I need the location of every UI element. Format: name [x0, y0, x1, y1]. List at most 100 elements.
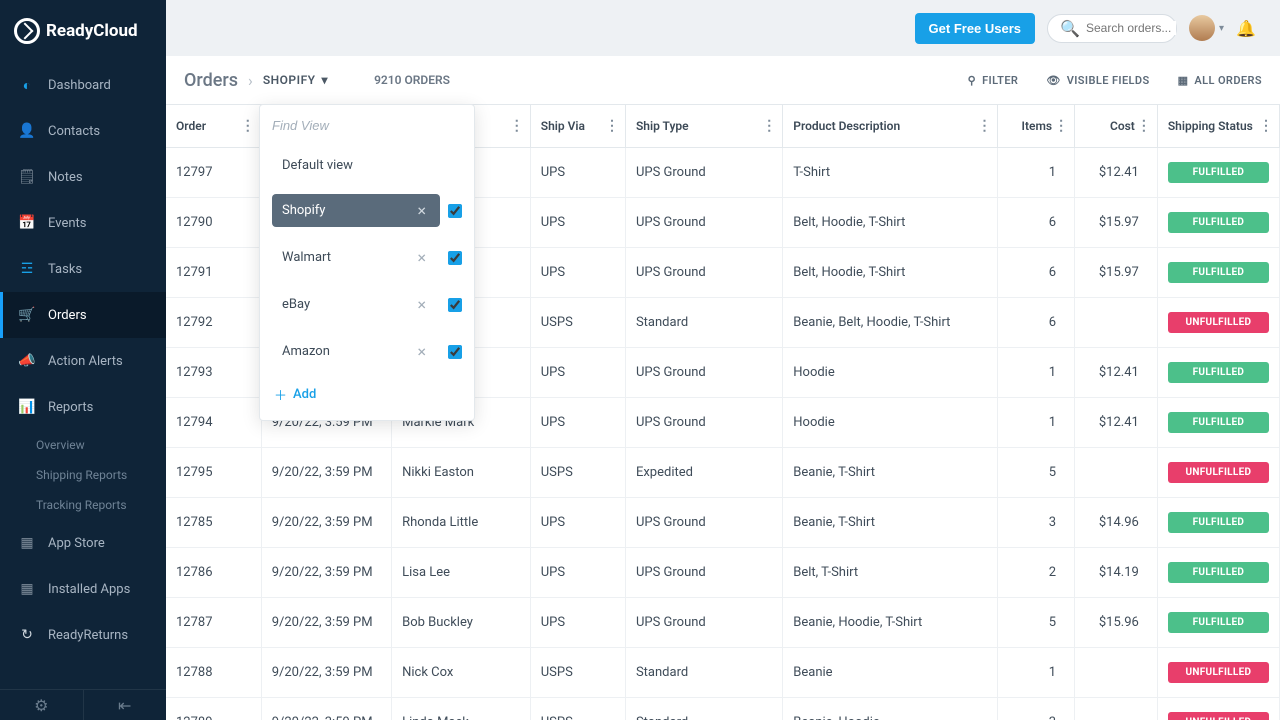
- view-option-walmart[interactable]: Walmart×: [260, 234, 474, 281]
- status-badge: FULFILLED: [1168, 612, 1269, 633]
- find-view-input[interactable]: [272, 118, 462, 133]
- close-icon[interactable]: ×: [413, 248, 430, 267]
- visible-fields-button[interactable]: 👁VISIBLE FIELDS: [1046, 74, 1149, 87]
- speed-icon: ◐: [18, 76, 36, 94]
- calendar-icon: ▦: [1178, 74, 1189, 87]
- search-input[interactable]: [1086, 21, 1176, 35]
- sidebar-item-app-store[interactable]: ▦App Store: [0, 520, 166, 566]
- collapse-icon: ⇤: [118, 696, 131, 715]
- cart-icon: 🛒: [18, 306, 36, 324]
- col-menu-icon[interactable]: ⋮: [1259, 118, 1273, 134]
- search-icon: 🔍: [1060, 19, 1080, 38]
- get-free-users-button[interactable]: Get Free Users: [915, 13, 1036, 44]
- view-checkbox[interactable]: [448, 298, 462, 312]
- close-icon[interactable]: ×: [413, 295, 430, 314]
- sidebar-item-label: Reports: [48, 400, 93, 415]
- sidebar-sub-shipping-reports[interactable]: Shipping Reports: [0, 460, 166, 490]
- nav: ◐ Dashboard 👤 Contacts 🗒 Notes 📅Events☲Tasks 🛒 O…: [0, 62, 166, 689]
- table-row[interactable]: 127899/20/22, 3:59 PMLinda MackUSPSStand…: [166, 698, 1280, 720]
- table-row[interactable]: 127959/20/22, 3:59 PMNikki EastonUSPSExp…: [166, 448, 1280, 498]
- settings-button[interactable]: ⚙: [0, 690, 84, 720]
- chevron-down-icon: ▾: [1219, 23, 1224, 34]
- status-badge: FULFILLED: [1168, 262, 1269, 283]
- col-header[interactable]: Order⋮: [166, 105, 261, 148]
- gear-icon: ⚙: [34, 696, 48, 715]
- all-orders-button[interactable]: ▦ALL ORDERS: [1178, 74, 1262, 87]
- logo[interactable]: ReadyCloud: [0, 0, 166, 62]
- view-checkbox[interactable]: [448, 345, 462, 359]
- sidebar-item-reports[interactable]: 📊 Reports: [0, 384, 166, 430]
- avatar: [1189, 15, 1215, 41]
- user-icon: 👤: [18, 122, 36, 140]
- sidebar-item-label: Notes: [48, 170, 83, 185]
- status-badge: FULFILLED: [1168, 362, 1269, 383]
- grid-icon: ▦: [18, 580, 36, 598]
- status-badge: FULFILLED: [1168, 162, 1269, 183]
- eye-icon: 👁: [1046, 74, 1060, 87]
- note-icon: 🗒: [18, 168, 36, 186]
- col-header[interactable]: Ship Via⋮: [530, 105, 625, 148]
- sidebar-item-events[interactable]: 📅Events: [0, 200, 166, 246]
- grid-icon: ▦: [18, 534, 36, 552]
- sidebar-item-readyreturns[interactable]: ↻ReadyReturns: [0, 612, 166, 658]
- col-menu-icon[interactable]: ⋮: [977, 118, 991, 134]
- add-view-button[interactable]: ＋Add: [260, 375, 474, 414]
- table-row[interactable]: 127889/20/22, 3:59 PMNick CoxUSPSStandar…: [166, 648, 1280, 698]
- sidebar-item-label: Dashboard: [48, 78, 111, 93]
- col-menu-icon[interactable]: ⋮: [605, 118, 619, 134]
- col-menu-icon[interactable]: ⋮: [510, 118, 524, 134]
- view-selector[interactable]: SHOPIFY ▾: [263, 73, 328, 87]
- view-dropdown: Default view Shopify×Walmart×eBay×Amazon…: [259, 104, 475, 421]
- status-badge: FULFILLED: [1168, 212, 1269, 233]
- table-row[interactable]: 127879/20/22, 3:59 PMBob BuckleyUPSUPS G…: [166, 598, 1280, 648]
- sidebar-item-action-alerts[interactable]: 📣Action Alerts: [0, 338, 166, 384]
- view-option-default[interactable]: Default view: [260, 144, 474, 187]
- col-header[interactable]: Product Description⋮: [783, 105, 998, 148]
- col-header[interactable]: Items⋮: [998, 105, 1075, 148]
- filter-button[interactable]: ⚲FILTER: [968, 74, 1019, 87]
- search-box[interactable]: 🔍: [1047, 14, 1177, 43]
- sidebar-item-label: Orders: [48, 308, 87, 323]
- col-header[interactable]: Ship Type⋮: [625, 105, 782, 148]
- view-option-ebay[interactable]: eBay×: [260, 281, 474, 328]
- chart-icon: 📊: [18, 398, 36, 416]
- col-menu-icon[interactable]: ⋮: [1137, 118, 1151, 134]
- col-header[interactable]: Shipping Status⋮: [1157, 105, 1279, 148]
- logo-text: ReadyCloud: [46, 21, 138, 41]
- view-option-shopify[interactable]: Shopify×: [260, 187, 474, 234]
- view-checkbox[interactable]: [448, 251, 462, 265]
- col-header[interactable]: Cost⋮: [1075, 105, 1158, 148]
- collapse-button[interactable]: ⇤: [84, 690, 167, 720]
- sidebar-item-tasks[interactable]: ☲Tasks: [0, 246, 166, 292]
- view-label: SHOPIFY: [263, 73, 316, 87]
- col-menu-icon[interactable]: ⋮: [762, 118, 776, 134]
- notifications-button[interactable]: 🔔: [1236, 19, 1256, 38]
- sidebar-item-label: Contacts: [48, 124, 100, 139]
- col-menu-icon[interactable]: ⋮: [241, 118, 255, 134]
- view-option-amazon[interactable]: Amazon×: [260, 328, 474, 375]
- filter-icon: ⚲: [968, 74, 976, 87]
- sidebar-item-orders[interactable]: 🛒 Orders: [0, 292, 166, 338]
- sidebar-sub-tracking-reports[interactable]: Tracking Reports: [0, 490, 166, 520]
- status-badge: UNFULFILLED: [1168, 312, 1269, 333]
- task-icon: ☲: [18, 260, 36, 278]
- close-icon[interactable]: ×: [413, 342, 430, 361]
- status-badge: FULFILLED: [1168, 412, 1269, 433]
- user-menu[interactable]: ▾: [1189, 15, 1224, 41]
- sidebar-item-label: Installed Apps: [48, 582, 130, 597]
- sidebar-sub-overview[interactable]: Overview: [0, 430, 166, 460]
- status-badge: UNFULFILLED: [1168, 462, 1269, 483]
- table-row[interactable]: 127859/20/22, 3:59 PMRhonda LittleUPSUPS…: [166, 498, 1280, 548]
- plus-icon: ＋: [274, 385, 287, 404]
- col-menu-icon[interactable]: ⋮: [1054, 118, 1068, 134]
- main: Get Free Users 🔍 ▾ 🔔 Orders › SHOPIFY ▾ …: [166, 0, 1280, 720]
- view-checkbox[interactable]: [448, 204, 462, 218]
- sidebar-item-dashboard[interactable]: ◐ Dashboard: [0, 62, 166, 108]
- table-row[interactable]: 127869/20/22, 3:59 PMLisa LeeUPSUPS Grou…: [166, 548, 1280, 598]
- sidebar-item-contacts[interactable]: 👤 Contacts: [0, 108, 166, 154]
- sidebar-item-notes[interactable]: 🗒 Notes: [0, 154, 166, 200]
- mega-icon: 📣: [18, 352, 36, 370]
- sidebar-footer: ⚙ ⇤: [0, 689, 166, 720]
- close-icon[interactable]: ×: [413, 201, 430, 220]
- sidebar-item-installed-apps[interactable]: ▦ Installed Apps: [0, 566, 166, 612]
